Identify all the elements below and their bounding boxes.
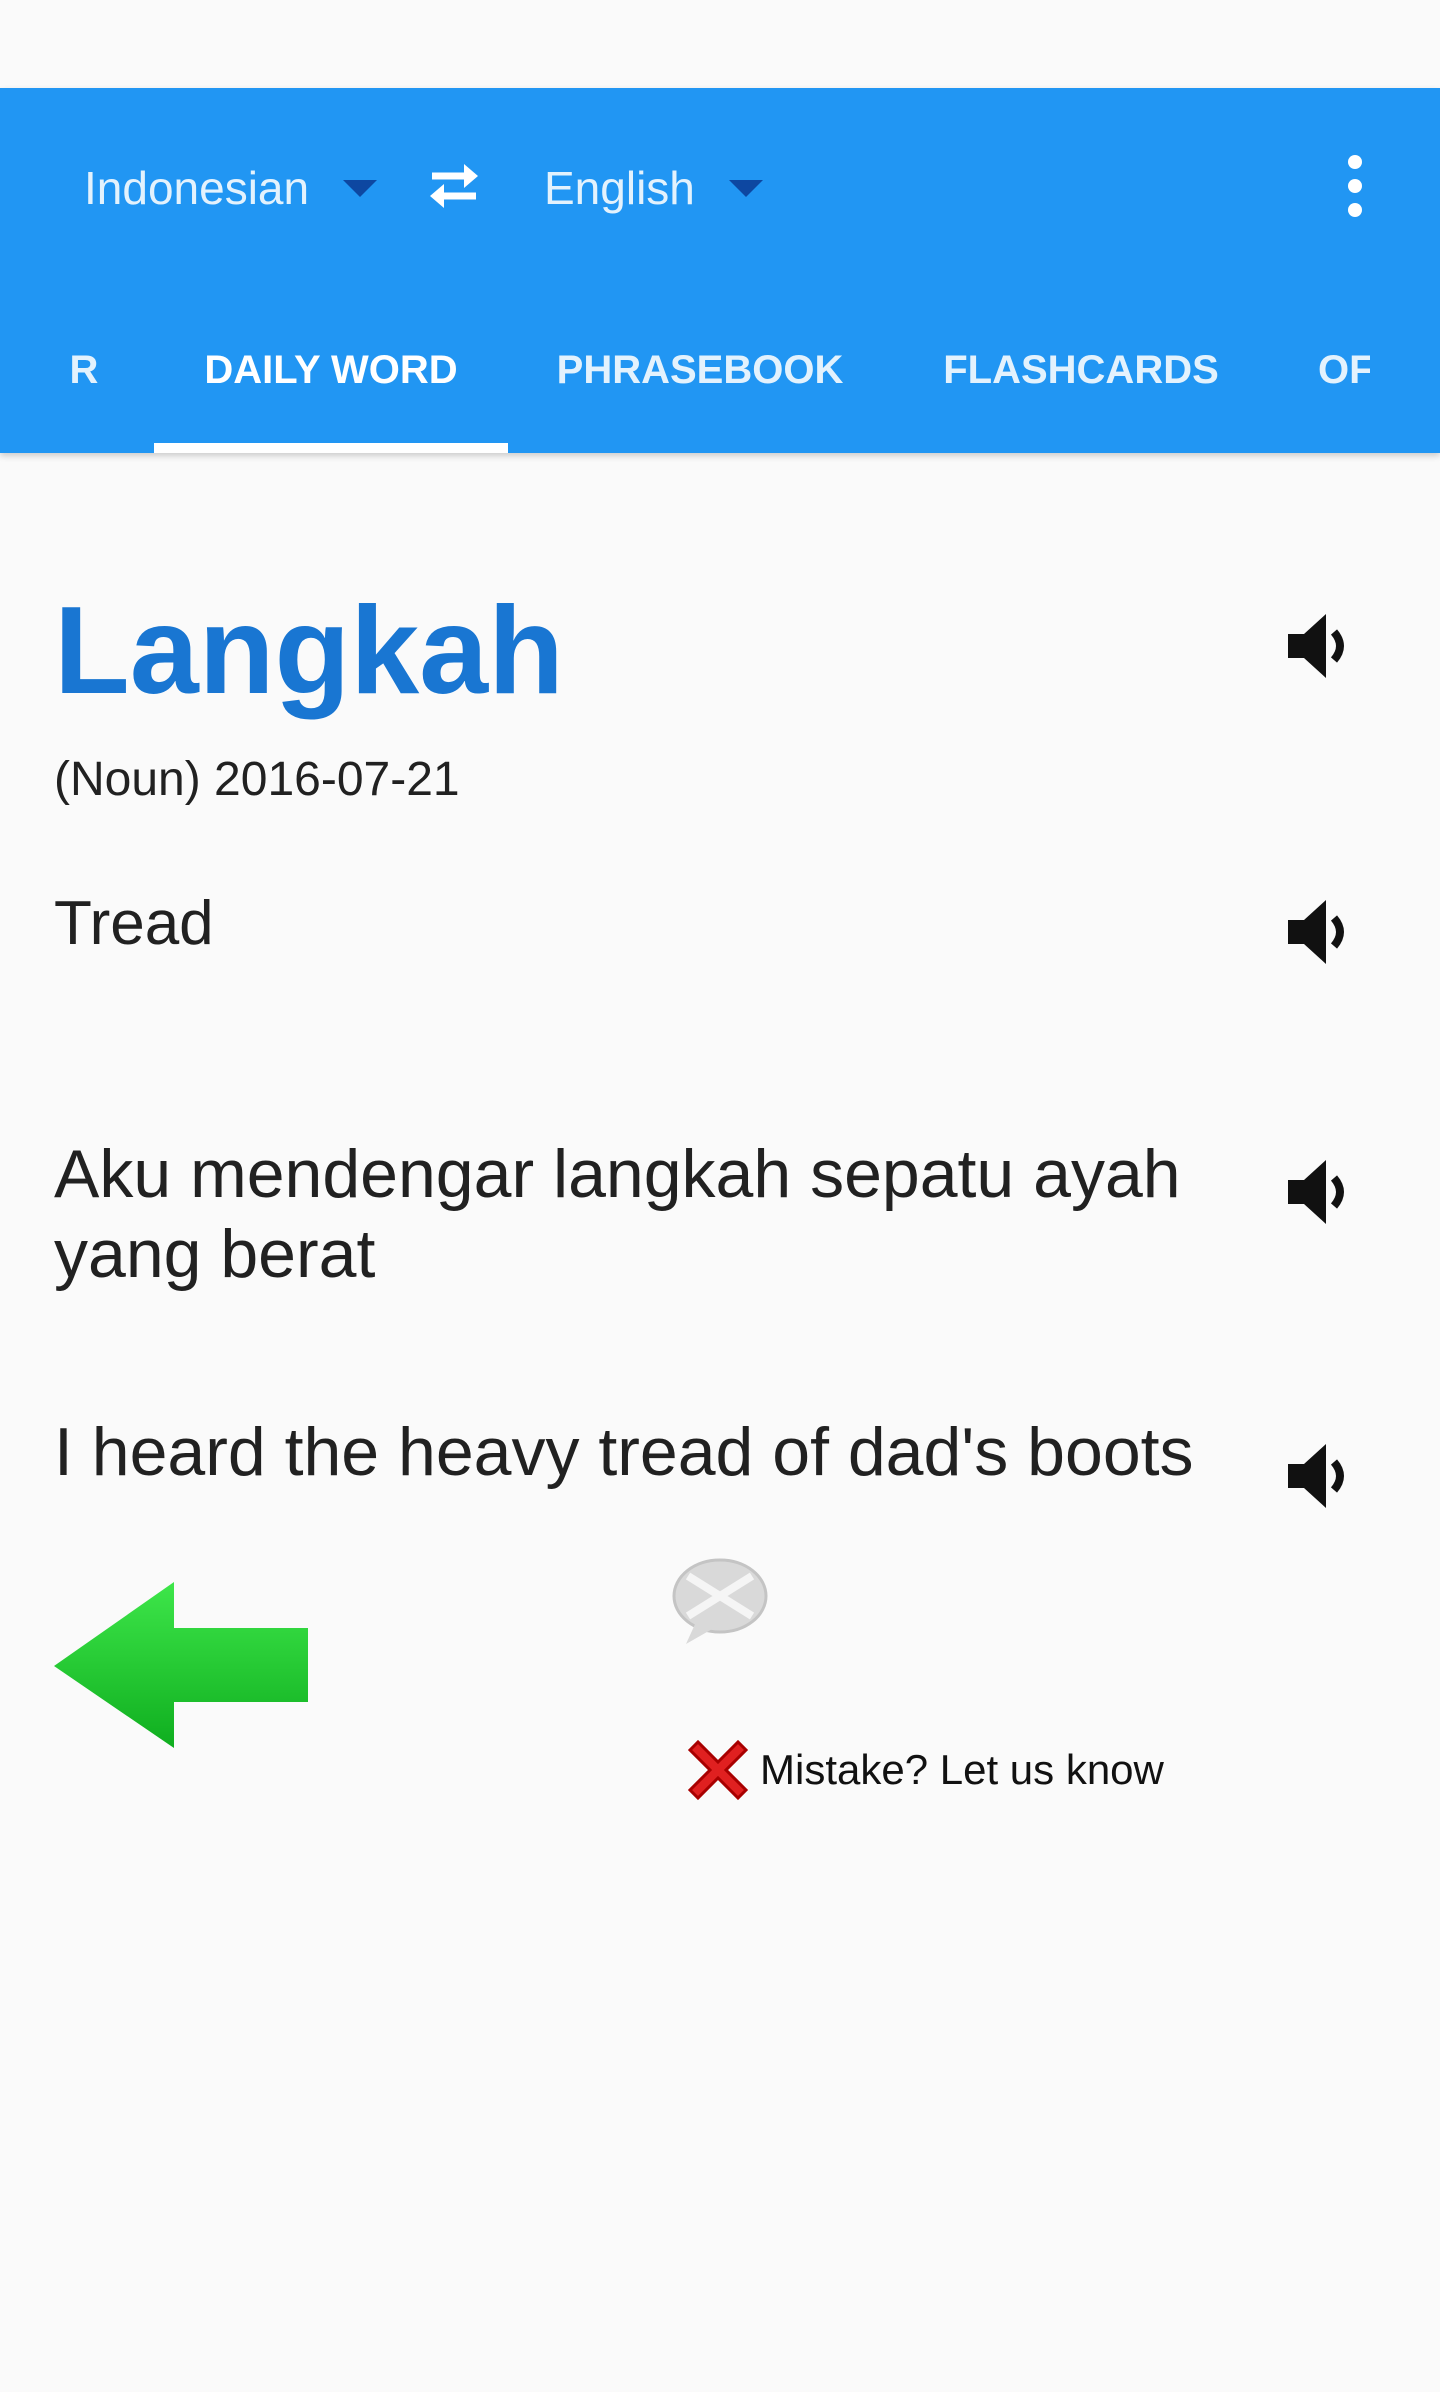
swap-icon[interactable] — [418, 150, 490, 222]
speaker-icon[interactable] — [1282, 1436, 1354, 1516]
tab-r[interactable]: R — [48, 330, 120, 410]
speaker-icon[interactable] — [1282, 1152, 1354, 1232]
report-mistake-link[interactable]: Mistake? Let us know — [680, 1730, 1164, 1810]
caret-down-icon — [728, 179, 763, 197]
word-translation: Tread — [54, 889, 214, 958]
tab-indicator — [154, 443, 508, 453]
target-language-select[interactable]: English — [544, 152, 763, 224]
source-language-label: Indonesian — [84, 162, 310, 214]
status-bar — [0, 0, 1440, 88]
red-x-icon — [687, 1739, 749, 1801]
speaker-icon[interactable] — [1282, 606, 1354, 686]
speaker-icon[interactable] — [1282, 892, 1354, 972]
tab-daily-word[interactable]: DAILY WORD — [154, 330, 508, 410]
example-sentence-target: I heard the heavy tread of dad's boots — [54, 1414, 1194, 1490]
source-language-select[interactable]: Indonesian — [84, 152, 378, 224]
tab-phrasebook[interactable]: PHRASEBOOK — [540, 330, 860, 410]
tab-of[interactable]: OF — [1318, 330, 1370, 410]
word-part-of-speech-date: (Noun) 2016-07-21 — [54, 753, 460, 806]
caret-down-icon — [343, 179, 378, 197]
example-sentence-source: Aku mendengar langkah sepatu ayah yang b… — [54, 1136, 1181, 1292]
chat-bubble-icon[interactable] — [668, 1556, 772, 1648]
back-arrow-icon[interactable] — [52, 1580, 312, 1750]
more-vert-icon[interactable] — [1325, 148, 1385, 228]
word-title: Langkah — [54, 582, 564, 720]
report-mistake-label: Mistake? Let us know — [760, 1746, 1164, 1793]
tab-flashcards[interactable]: FLASHCARDS — [920, 330, 1242, 410]
target-language-label: English — [544, 162, 695, 214]
